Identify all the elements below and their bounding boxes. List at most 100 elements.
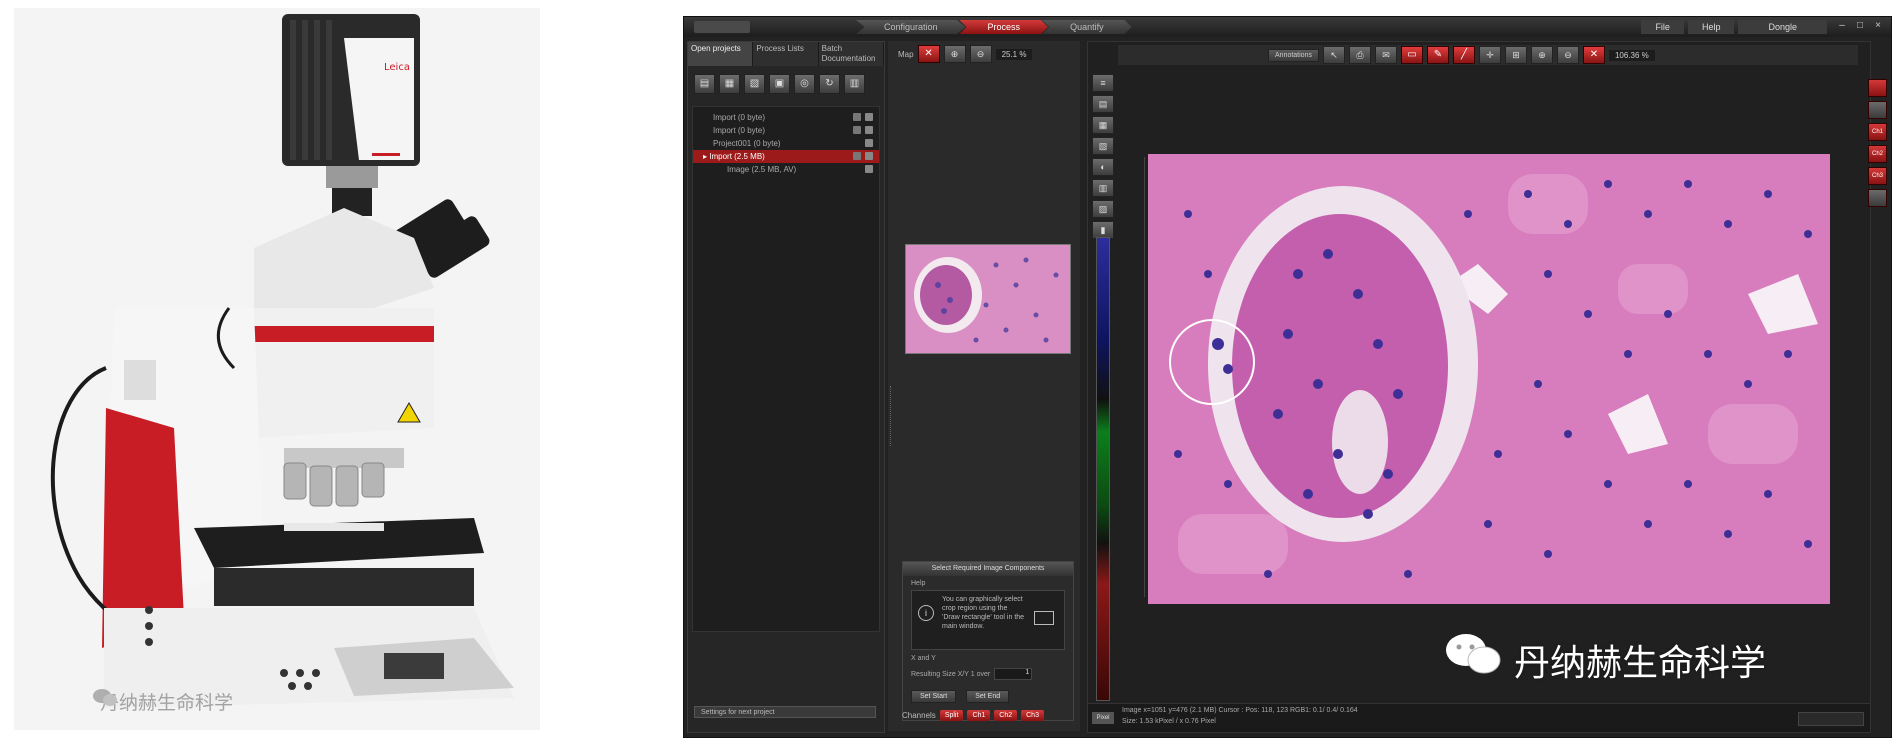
lock-icon[interactable] xyxy=(853,126,861,134)
panel-splitter[interactable] xyxy=(890,386,895,446)
channel-2-button[interactable]: Ch2 xyxy=(994,710,1018,721)
annotations-button[interactable]: Annotations xyxy=(1268,48,1319,62)
wechat-icon xyxy=(1444,633,1502,686)
save-icon[interactable] xyxy=(865,152,873,160)
viewer-side-toolbar: ≡ ▤ ▦ ▧ ◐ ▥ ▨ ▮ xyxy=(1092,74,1114,239)
envelope-icon[interactable]: ✉ xyxy=(1374,46,1397,64)
grid-icon[interactable]: ▥ xyxy=(1092,179,1114,197)
freehand-tool-icon[interactable]: ✎ xyxy=(1426,46,1449,64)
status-bar: Pixel Image x=1051 y=476 (2.1 MB) Cursor… xyxy=(1088,703,1870,732)
project-tabs: Open projects Process Lists Batch Docume… xyxy=(688,42,884,66)
microscope-illustration: Leica xyxy=(50,14,514,708)
crosshair-icon[interactable]: ✛ xyxy=(1478,46,1501,64)
grid-view-icon[interactable]: ▥ xyxy=(844,74,865,94)
save-icon[interactable] xyxy=(865,139,873,147)
open-file-icon[interactable]: ▦ xyxy=(719,74,740,94)
menu-help[interactable]: Help xyxy=(1687,20,1735,34)
measure-icon[interactable]: ⊞ xyxy=(1504,46,1527,64)
help-label: Help xyxy=(911,580,926,587)
line-tool-icon[interactable]: ╱ xyxy=(1452,46,1475,64)
channel-2-toggle[interactable]: Ch2 xyxy=(1868,145,1887,163)
map-thumbnail[interactable] xyxy=(905,244,1071,354)
tree-item-label: Import (2.5 MB) xyxy=(709,152,765,161)
help-box: i You can graphically select crop region… xyxy=(911,590,1065,650)
tab-process-lists[interactable]: Process Lists xyxy=(753,42,819,66)
settings-icon[interactable]: ◎ xyxy=(794,74,815,94)
camera-icon[interactable] xyxy=(1868,189,1887,207)
status-line-2: Size: 1.53 kPixel / x 0.76 Pixel xyxy=(1122,718,1216,725)
save-icon[interactable] xyxy=(865,126,873,134)
refresh-icon[interactable]: ↻ xyxy=(819,74,840,94)
map-toolbar: Map ✕ ⊕ ⊖ 25.1 % xyxy=(898,45,1033,63)
viewer-toolbar: Annotations ↖ ⎙ ✉ ▭ ✎ ╱ ✛ ⊞ ⊕ ⊖ ✕ 106.36… xyxy=(1118,45,1858,65)
fit-to-window-icon[interactable]: ✕ xyxy=(1582,46,1605,64)
draw-rectangle-icon[interactable] xyxy=(1034,611,1054,625)
right-channel-strip: Ch1 Ch2 Ch3 xyxy=(1868,79,1887,207)
menu-file[interactable]: File xyxy=(1641,20,1684,34)
tab-open-projects[interactable]: Open projects xyxy=(688,42,754,66)
title-bar: Configuration Process Quantify File Help… xyxy=(684,17,1891,37)
tree-item-label: Import (0 byte) xyxy=(713,126,766,135)
xy-label: X and Y xyxy=(911,655,936,662)
menu-dongle[interactable]: Dongle xyxy=(1738,20,1827,34)
histogram-icon[interactable]: ▤ xyxy=(1092,95,1114,113)
save-icon[interactable]: ▣ xyxy=(769,74,790,94)
new-project-icon[interactable]: ▤ xyxy=(694,74,715,94)
color-lookup-bar[interactable] xyxy=(1096,237,1110,701)
tissue-image[interactable] xyxy=(1148,154,1830,604)
tab-configuration[interactable]: Configuration xyxy=(856,20,966,34)
save-icon[interactable] xyxy=(865,113,873,121)
channel-split-button[interactable]: Split xyxy=(939,710,964,721)
image-icon[interactable]: ▦ xyxy=(1092,116,1114,134)
select-panel-title: Select Required Image Components xyxy=(903,562,1073,576)
minimize-icon[interactable]: – xyxy=(1837,21,1847,31)
set-start-button[interactable]: Set Start xyxy=(911,690,957,703)
workflow-tabs: Configuration Process Quantify xyxy=(856,20,1132,34)
settings-for-next-project[interactable]: Settings for next project xyxy=(694,706,876,718)
contrast-icon[interactable]: ◐ xyxy=(1092,158,1114,176)
zoom-out-icon[interactable]: ⊖ xyxy=(969,45,992,63)
fit-to-window-icon[interactable]: ✕ xyxy=(917,45,940,63)
info-icon: i xyxy=(918,605,934,621)
zoom-in-icon[interactable]: ⊕ xyxy=(943,45,966,63)
tree-item[interactable]: Project001 (0 byte) xyxy=(693,137,879,150)
layers-icon[interactable]: ≡ xyxy=(1092,74,1114,92)
tree-item-child[interactable]: Image (2.5 MB, AV) xyxy=(693,163,879,176)
pointer-icon[interactable]: ↖ xyxy=(1322,46,1345,64)
tab-process[interactable]: Process xyxy=(959,20,1049,34)
overlay-icon[interactable]: ▧ xyxy=(1092,137,1114,155)
microscope-photo: Leica 丹纳赫生命科学 xyxy=(14,8,540,730)
tab-batch-documentation[interactable]: Batch Documentation xyxy=(818,42,884,66)
tree-item[interactable]: Import (0 byte) xyxy=(693,124,879,137)
channel-1-button[interactable]: Ch1 xyxy=(967,710,991,721)
lock-icon[interactable] xyxy=(853,152,861,160)
tree-item-label: Project001 (0 byte) xyxy=(713,139,781,148)
zoom-out-icon[interactable]: ⊖ xyxy=(1556,46,1579,64)
select-panel-buttons: Set Start Set End xyxy=(903,684,1073,709)
channel-3-button[interactable]: Ch3 xyxy=(1021,710,1044,721)
channel-1-toggle[interactable]: Ch1 xyxy=(1868,123,1887,141)
playback-controls[interactable] xyxy=(1798,712,1864,726)
channel-3-toggle[interactable]: Ch3 xyxy=(1868,167,1887,185)
kidney-section-image xyxy=(1148,154,1830,604)
tree-item-selected[interactable]: ▸ Import (2.5 MB) xyxy=(693,150,879,163)
filter-icon[interactable]: ▨ xyxy=(1092,200,1114,218)
map-label: Map xyxy=(898,49,914,59)
print-icon[interactable]: ⎙ xyxy=(1348,46,1371,64)
rectangle-tool-icon[interactable]: ▭ xyxy=(1400,46,1423,64)
set-end-button[interactable]: Set End xyxy=(966,690,1010,703)
help-text: You can graphically select crop region u… xyxy=(942,596,1025,630)
pixel-mode-button[interactable]: Pixel xyxy=(1092,712,1114,724)
image-type-icon xyxy=(865,165,873,173)
layer-toggle-icon[interactable] xyxy=(1868,79,1887,97)
lock-icon[interactable] xyxy=(853,113,861,121)
tree-item-label: Image (2.5 MB, AV) xyxy=(727,165,797,174)
zoom-in-icon[interactable]: ⊕ xyxy=(1530,46,1553,64)
import-image-icon[interactable]: ▧ xyxy=(744,74,765,94)
tree-item[interactable]: Import (0 byte) xyxy=(693,111,879,124)
display-mode-icon[interactable] xyxy=(1868,101,1887,119)
close-icon[interactable]: × xyxy=(1873,21,1883,31)
resulting-size-input[interactable]: 1 xyxy=(994,668,1033,680)
maximize-icon[interactable]: □ xyxy=(1855,21,1865,31)
tab-quantify[interactable]: Quantify xyxy=(1042,20,1132,34)
